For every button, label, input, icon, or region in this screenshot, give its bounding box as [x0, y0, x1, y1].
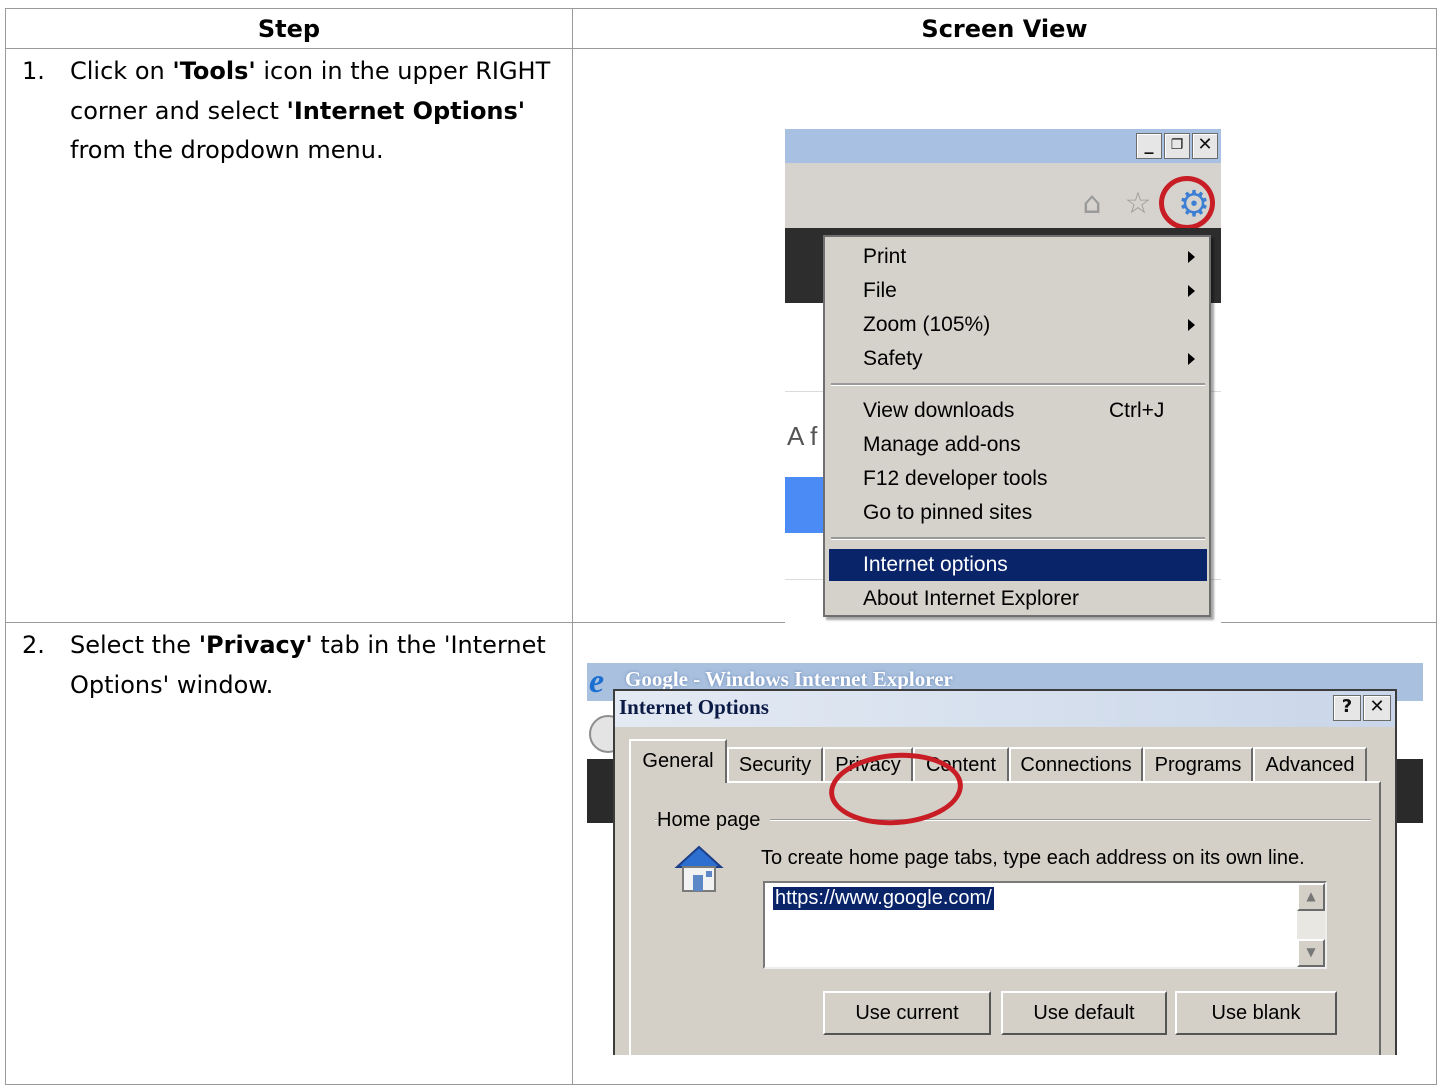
menu-label: File [863, 279, 897, 302]
menu-separator [831, 383, 1205, 386]
url-box-scrollbar[interactable]: ▲ ▼ [1297, 883, 1325, 967]
submenu-arrow-icon [1188, 319, 1195, 331]
tab-security[interactable]: Security [727, 747, 823, 781]
menu-item-f12-tools[interactable]: F12 developer tools [829, 463, 1207, 495]
step-2-number: 2. [22, 631, 45, 659]
home-page-group-label: Home page [657, 809, 771, 832]
step-2-privacy-bold: 'Privacy' [198, 631, 313, 659]
submenu-arrow-icon [1188, 285, 1195, 297]
menu-item-zoom[interactable]: Zoom (105%) [829, 309, 1207, 341]
scroll-up-icon[interactable]: ▲ [1297, 883, 1325, 911]
step-2-text: 2. Select the 'Privacy' tab in the 'Inte… [6, 623, 572, 705]
menu-label: Print [863, 245, 907, 268]
submenu-arrow-icon [1188, 353, 1195, 365]
instruction-table: Step Screen View 1. Click on 'Tools' ico… [5, 8, 1437, 1085]
step-1-cell: 1. Click on 'Tools' icon in the upper RI… [5, 48, 573, 623]
menu-item-internet-options[interactable]: Internet options [829, 549, 1207, 581]
home-page-description: To create home page tabs, type each addr… [761, 847, 1305, 869]
menu-label: About Internet Explorer [863, 587, 1079, 610]
menu-label: F12 developer tools [863, 467, 1048, 490]
step-1-screen-view: _ ❐ ✕ ⌂ ☆ ⚙ A f Print File Zoom (105%) S… [572, 48, 1437, 633]
scroll-down-icon[interactable]: ▼ [1297, 939, 1325, 967]
tab-connections[interactable]: Connections [1009, 747, 1143, 781]
step-2-part: Select the [70, 631, 199, 659]
dialog-title: Internet Options [619, 695, 769, 719]
tab-programs[interactable]: Programs [1143, 747, 1253, 781]
header-screen-view: Screen View [572, 8, 1437, 49]
favorites-star-icon[interactable]: ☆ [1121, 187, 1155, 221]
menu-label: Safety [863, 347, 923, 370]
home-page-house-icon [674, 845, 724, 892]
step-1-text: 1. Click on 'Tools' icon in the upper RI… [6, 49, 572, 171]
step-1-part: from the dropdown menu. [70, 136, 384, 164]
submenu-arrow-icon [1188, 251, 1195, 263]
close-icon[interactable]: ✕ [1192, 133, 1218, 159]
ie-tools-menu-screenshot: _ ❐ ✕ ⌂ ☆ ⚙ A f Print File Zoom (105%) S… [785, 129, 1225, 633]
tab-general[interactable]: General [629, 739, 727, 783]
tools-dropdown-menu: Print File Zoom (105%) Safety View downl… [823, 235, 1211, 617]
internet-options-dialog: Internet Options ? ✕ General Security Pr… [613, 689, 1397, 1055]
menu-label: Manage add-ons [863, 433, 1021, 456]
ie-titlebar: _ ❐ ✕ [785, 129, 1221, 163]
internet-options-screenshot: e Google - Windows Internet Explorer Int… [587, 663, 1423, 1055]
use-default-button[interactable]: Use default [1001, 991, 1167, 1035]
use-current-button[interactable]: Use current [823, 991, 991, 1035]
home-page-url: https://www.google.com/ [773, 887, 994, 910]
ie-command-bar [785, 163, 1221, 228]
menu-label: Internet options [863, 553, 1008, 576]
menu-item-file[interactable]: File [829, 275, 1207, 307]
menu-shortcut: Ctrl+J [1109, 399, 1165, 422]
step-1-internet-options-bold: 'Internet Options' [286, 96, 526, 125]
menu-item-safety[interactable]: Safety [829, 343, 1207, 375]
home-page-url-textarea[interactable]: https://www.google.com/ ▲ ▼ [763, 881, 1327, 969]
step-1-tools-bold: 'Tools' [172, 57, 256, 85]
step-2-cell: 2. Select the 'Privacy' tab in the 'Inte… [5, 622, 573, 1085]
use-blank-button[interactable]: Use blank [1175, 991, 1337, 1035]
header-step: Step [5, 8, 573, 49]
menu-item-view-downloads[interactable]: View downloads Ctrl+J [829, 395, 1207, 427]
menu-label: Zoom (105%) [863, 313, 991, 336]
menu-item-print[interactable]: Print [829, 241, 1207, 273]
menu-label: View downloads [863, 399, 1015, 422]
home-icon[interactable]: ⌂ [1075, 187, 1109, 221]
close-icon[interactable]: ✕ [1363, 695, 1391, 721]
ie-logo-icon: e [589, 663, 605, 700]
menu-separator [831, 537, 1205, 540]
tab-advanced[interactable]: Advanced [1253, 747, 1367, 781]
minimize-icon[interactable]: _ [1136, 133, 1162, 159]
dialog-titlebar: Internet Options ? ✕ [615, 691, 1395, 727]
menu-label: Go to pinned sites [863, 501, 1033, 524]
step-1-number: 1. [22, 57, 45, 85]
highlight-circle [1159, 176, 1215, 230]
help-icon[interactable]: ? [1333, 695, 1361, 721]
menu-item-about-ie[interactable]: About Internet Explorer [829, 583, 1207, 615]
restore-icon[interactable]: ❐ [1164, 133, 1190, 159]
page-partial-text: A f [787, 421, 818, 451]
step-1-part: Click on [70, 57, 173, 85]
step-2-screen-view: e Google - Windows Internet Explorer Int… [572, 622, 1437, 1085]
menu-item-manage-addons[interactable]: Manage add-ons [829, 429, 1207, 461]
menu-item-pinned-sites[interactable]: Go to pinned sites [829, 497, 1207, 529]
